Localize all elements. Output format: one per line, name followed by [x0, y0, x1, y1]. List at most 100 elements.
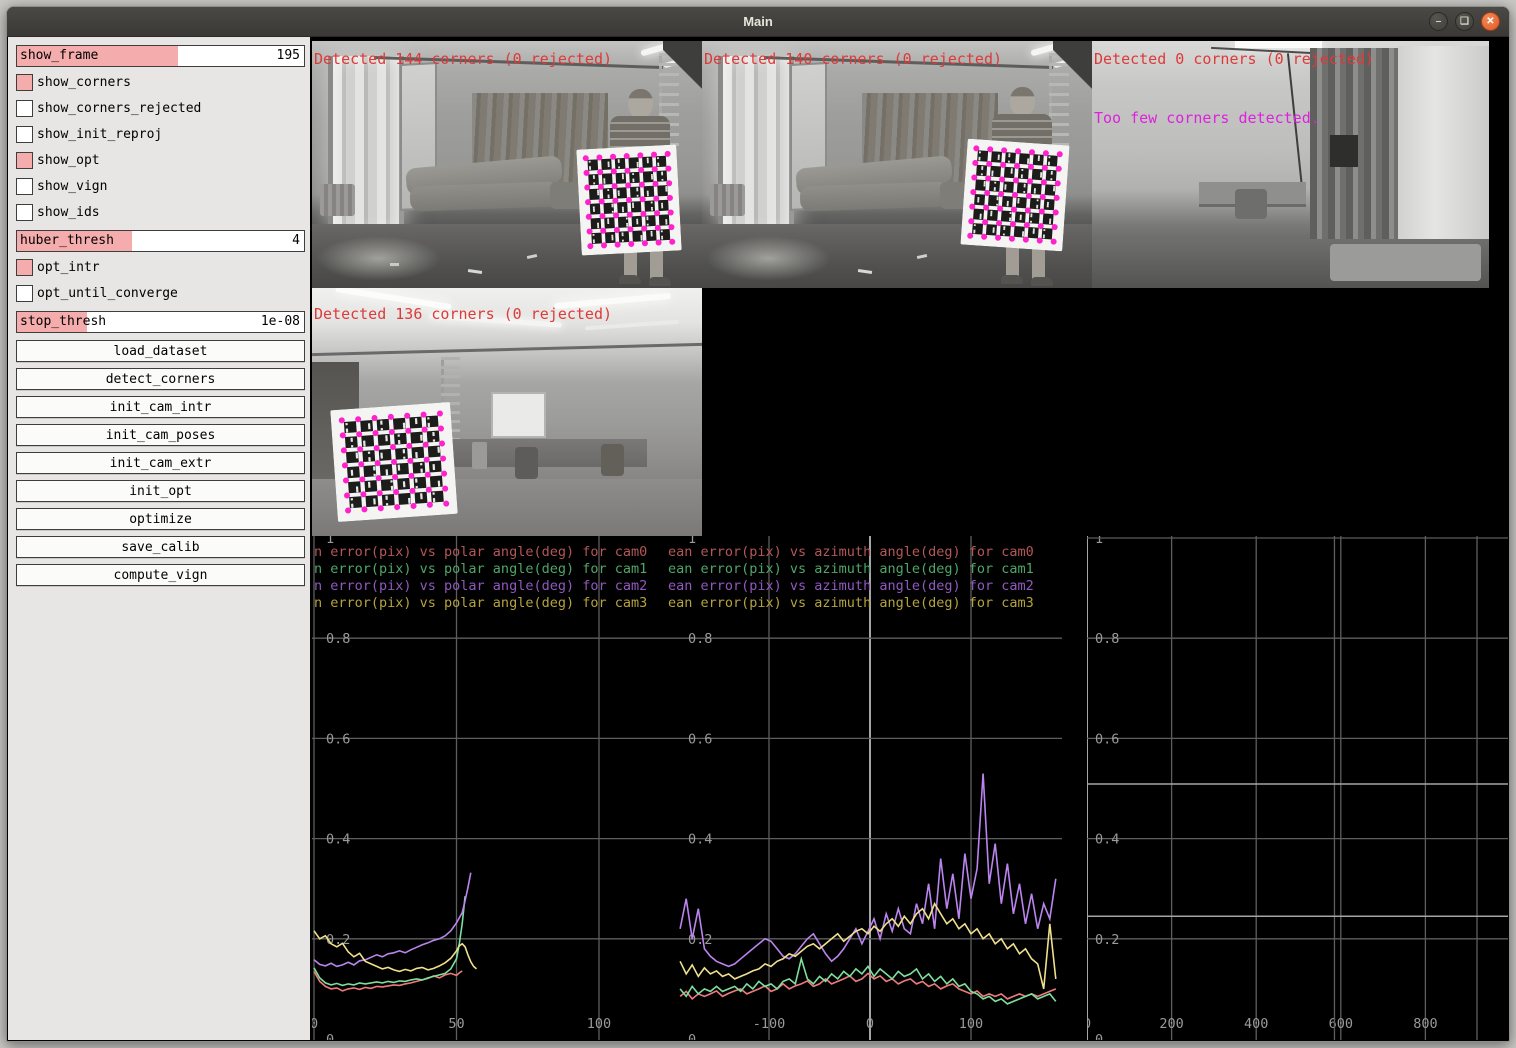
legend-entry: n error(pix) vs polar angle(deg) for cam…	[314, 544, 647, 561]
checkbox-opt_intr[interactable]: opt_intr	[16, 259, 305, 276]
button-detect_corners[interactable]: detect_corners	[16, 368, 305, 390]
slider-label: stop_thresh	[20, 314, 106, 329]
button-init_cam_extr[interactable]: init_cam_extr	[16, 452, 305, 474]
detection-status-text: Detected 0 corners (0 rejected)	[1094, 50, 1374, 68]
legend-entry: ean error(pix) vs azimuth angle(deg) for…	[668, 578, 1034, 595]
aprilgrid-board	[330, 402, 458, 522]
close-button[interactable]: ✕	[1481, 12, 1500, 31]
person-head	[1010, 87, 1035, 116]
checkbox-label: show_ids	[37, 205, 100, 220]
checkbox-show_ids[interactable]: show_ids	[16, 204, 305, 221]
checkbox-label: opt_intr	[37, 260, 100, 275]
slider-value: 4	[292, 233, 300, 248]
svg-text:0.8: 0.8	[326, 631, 350, 647]
checkbox-label: show_corners	[37, 75, 131, 90]
curve-cam2	[680, 774, 1056, 967]
person-shoe	[649, 277, 671, 286]
camera-view-cam3: Detected 136 corners (0 rejected)	[312, 288, 702, 536]
checkbox-show_corners[interactable]: show_corners	[16, 74, 305, 91]
slider-show_frame[interactable]: show_frame195	[16, 45, 305, 67]
checkbox-label: show_opt	[37, 153, 100, 168]
scene-r3-bin	[472, 442, 488, 469]
button-init_cam_intr[interactable]: init_cam_intr	[16, 396, 305, 418]
checkbox-box[interactable]	[16, 204, 33, 221]
plot-error-vs-azimuth-angle[interactable]: -100010010.80.60.40.20ean error(pix) vs …	[662, 536, 1062, 1040]
window-content: show_frame195 show_corners show_corners_re…	[8, 37, 1508, 1040]
window-title: Main	[743, 14, 773, 29]
button-save_calib[interactable]: save_calib	[16, 536, 305, 558]
svg-text:800: 800	[1413, 1016, 1437, 1032]
svg-text:0: 0	[1087, 1016, 1091, 1032]
checkbox-show_vign[interactable]: show_vign	[16, 178, 305, 195]
curve-cam0	[680, 973, 1056, 999]
titlebar[interactable]: Main –❑ ✕	[7, 7, 1509, 37]
slider-huber_thresh[interactable]: huber_thresh 4	[16, 230, 305, 252]
person-shoe	[1001, 275, 1023, 284]
button-load_dataset[interactable]: load_dataset	[16, 340, 305, 362]
svg-text:200: 200	[1159, 1016, 1183, 1032]
svg-text:100: 100	[587, 1016, 611, 1032]
checkbox-box[interactable]	[16, 74, 33, 91]
scene-r3-chair2	[601, 444, 624, 476]
slider-label: huber_thresh	[20, 233, 114, 248]
sidebar: show_frame195 show_corners show_corners_re…	[8, 37, 310, 1040]
svg-text:0.8: 0.8	[688, 631, 712, 647]
plot-error-vs-polar-angle[interactable]: 05010010.80.60.40.20n error(pix) vs pola…	[312, 536, 662, 1040]
svg-text:0.6: 0.6	[1095, 731, 1119, 747]
checkbox-show_init_reproj[interactable]: show_init_reproj	[16, 126, 305, 143]
aprilgrid-board	[576, 144, 681, 255]
slider-value: 1e-08	[261, 314, 300, 329]
checkbox-box[interactable]	[16, 285, 33, 302]
maximize-button[interactable]: ❑	[1455, 12, 1474, 31]
svg-text:400: 400	[1244, 1016, 1268, 1032]
checkbox-label: show_init_reproj	[37, 127, 162, 142]
checkbox-box[interactable]	[16, 259, 33, 276]
svg-text:0.4: 0.4	[326, 832, 350, 848]
button-optimize[interactable]: optimize	[16, 508, 305, 530]
checkbox-label: show_vign	[37, 179, 107, 194]
checkbox-box[interactable]	[16, 152, 33, 169]
window-controls: –❑ ✕	[1429, 12, 1500, 31]
button-init_opt[interactable]: init_opt	[16, 480, 305, 502]
aprilgrid-board	[960, 139, 1069, 252]
camera-view-cam1: Detected 140 corners (0 rejected)	[702, 41, 1092, 288]
curve-cam1	[680, 959, 1056, 1004]
minimize-button[interactable]: –	[1429, 12, 1448, 31]
checkbox-box[interactable]	[16, 100, 33, 117]
svg-text:0.6: 0.6	[326, 731, 350, 747]
svg-text:0.2: 0.2	[1095, 932, 1119, 948]
checkbox-box[interactable]	[16, 126, 33, 143]
svg-text:0.4: 0.4	[1095, 832, 1119, 848]
checkbox-label: opt_until_converge	[37, 286, 178, 301]
checkbox-box[interactable]	[16, 178, 33, 195]
checkbox-show_corners_rejected[interactable]: show_corners_rejected	[16, 100, 305, 117]
plot-legend: ean error(pix) vs azimuth angle(deg) for…	[668, 544, 1034, 612]
svg-text:0.8: 0.8	[1095, 631, 1119, 647]
scene-r2-winbright	[1398, 46, 1489, 258]
scene-r2-monitor	[1330, 135, 1358, 167]
plot-empty-grid[interactable]: 020040060080010.80.60.40.20	[1087, 536, 1508, 1040]
legend-entry: ean error(pix) vs azimuth angle(deg) for…	[668, 561, 1034, 578]
legend-entry: ean error(pix) vs azimuth angle(deg) for…	[668, 544, 1034, 561]
detection-warning-text: Too few corners detected.	[1094, 109, 1320, 127]
detection-status-text: Detected 136 corners (0 rejected)	[314, 305, 612, 323]
svg-text:0: 0	[326, 1032, 334, 1040]
svg-text:-100: -100	[753, 1016, 786, 1032]
detection-status-text: Detected 144 corners (0 rejected)	[314, 50, 612, 68]
person-shoe	[1031, 277, 1053, 286]
button-init_cam_poses[interactable]: init_cam_poses	[16, 424, 305, 446]
detection-status-text: Detected 140 corners (0 rejected)	[704, 50, 1002, 68]
scene-r2-mattress	[1330, 244, 1481, 281]
curve-cam2	[314, 873, 471, 967]
slider-stop_thresh[interactable]: stop_thresh 1e-08	[16, 311, 305, 333]
slider-value: 195	[277, 48, 300, 63]
checkbox-show_opt[interactable]: show_opt	[16, 152, 305, 169]
legend-entry: n error(pix) vs polar angle(deg) for cam…	[314, 595, 647, 612]
curve-cam3	[680, 904, 1056, 989]
checkbox-label: show_corners_rejected	[37, 101, 201, 116]
checkbox-opt_until_converge[interactable]: opt_until_converge	[16, 285, 305, 302]
scene-r2-chair	[1235, 189, 1267, 219]
svg-text:0.6: 0.6	[688, 731, 712, 747]
button-compute_vign[interactable]: compute_vign	[16, 564, 305, 586]
main-window: Main –❑ ✕ show_frame195 show_corners show_c…	[6, 6, 1510, 1042]
